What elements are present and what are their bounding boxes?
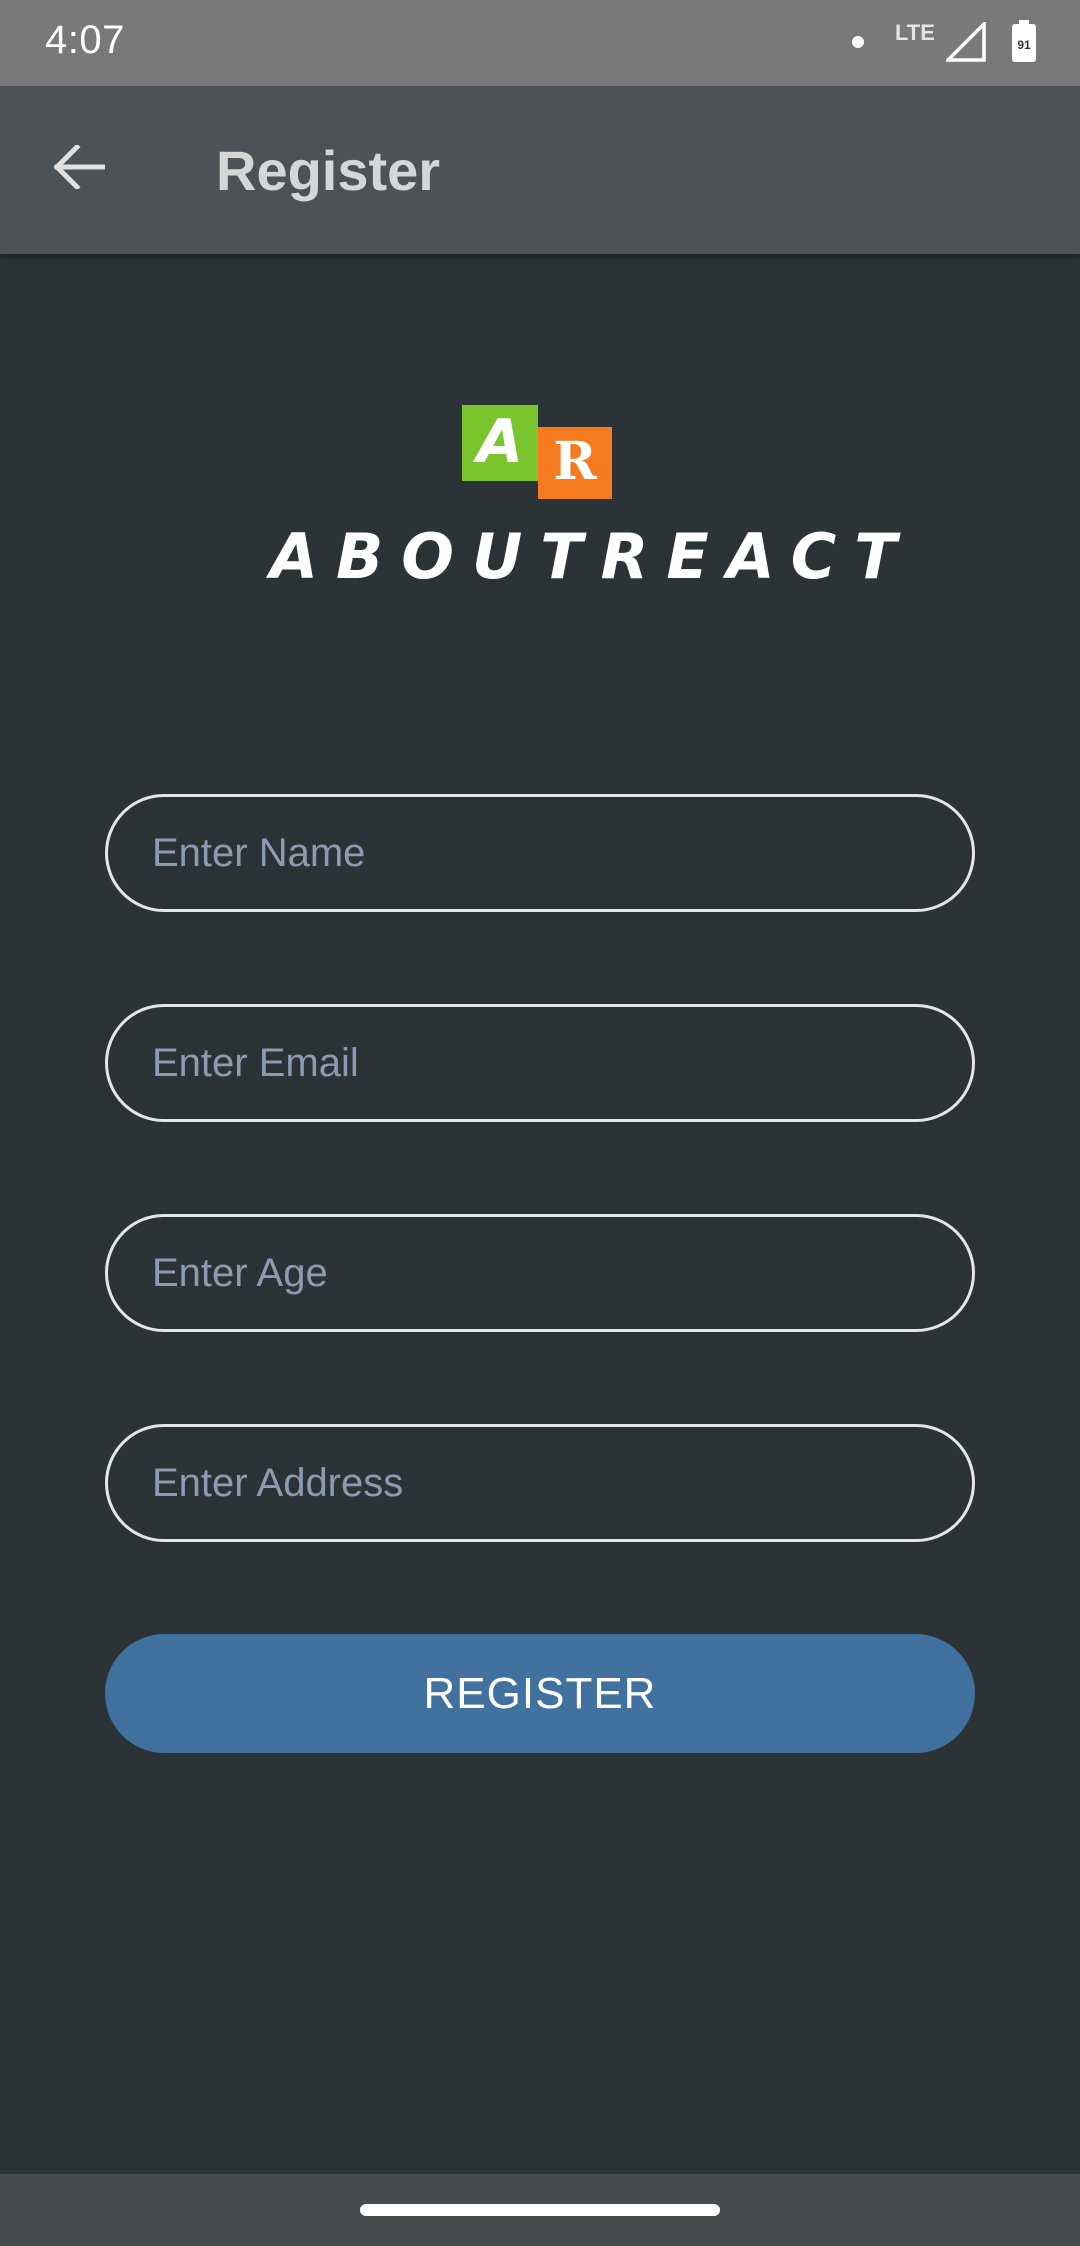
age-input[interactable]	[108, 1217, 972, 1329]
logo-wordmark: ABOUTREACT	[270, 520, 915, 593]
aboutreact-logo: A R ABOUTREACT	[270, 405, 897, 593]
signal-icon	[943, 19, 986, 67]
logo-letter-r: R	[553, 431, 597, 492]
home-gesture-handle[interactable]	[360, 2204, 720, 2216]
status-time: 4:07	[45, 18, 125, 62]
notification-dot-icon	[852, 36, 864, 48]
page-title: Register	[216, 139, 441, 202]
network-type-label: LTE	[895, 20, 935, 45]
name-input[interactable]	[108, 797, 972, 909]
status-bar: 4:07 LTE 91	[0, 0, 1080, 86]
system-nav-bar	[0, 2174, 1080, 2246]
address-input[interactable]	[108, 1427, 972, 1539]
register-button[interactable]: REGISTER	[105, 1634, 975, 1753]
address-field-container	[105, 1424, 975, 1542]
name-field-container	[105, 794, 975, 912]
battery-level: 91	[1017, 38, 1031, 52]
back-button[interactable]	[34, 124, 124, 214]
logo-letter-a: A	[476, 407, 524, 477]
email-input[interactable]	[108, 1007, 972, 1119]
app-bar: Register	[0, 86, 1080, 254]
email-field-container	[105, 1004, 975, 1122]
age-field-container	[105, 1214, 975, 1332]
arrow-back-icon	[53, 142, 106, 194]
